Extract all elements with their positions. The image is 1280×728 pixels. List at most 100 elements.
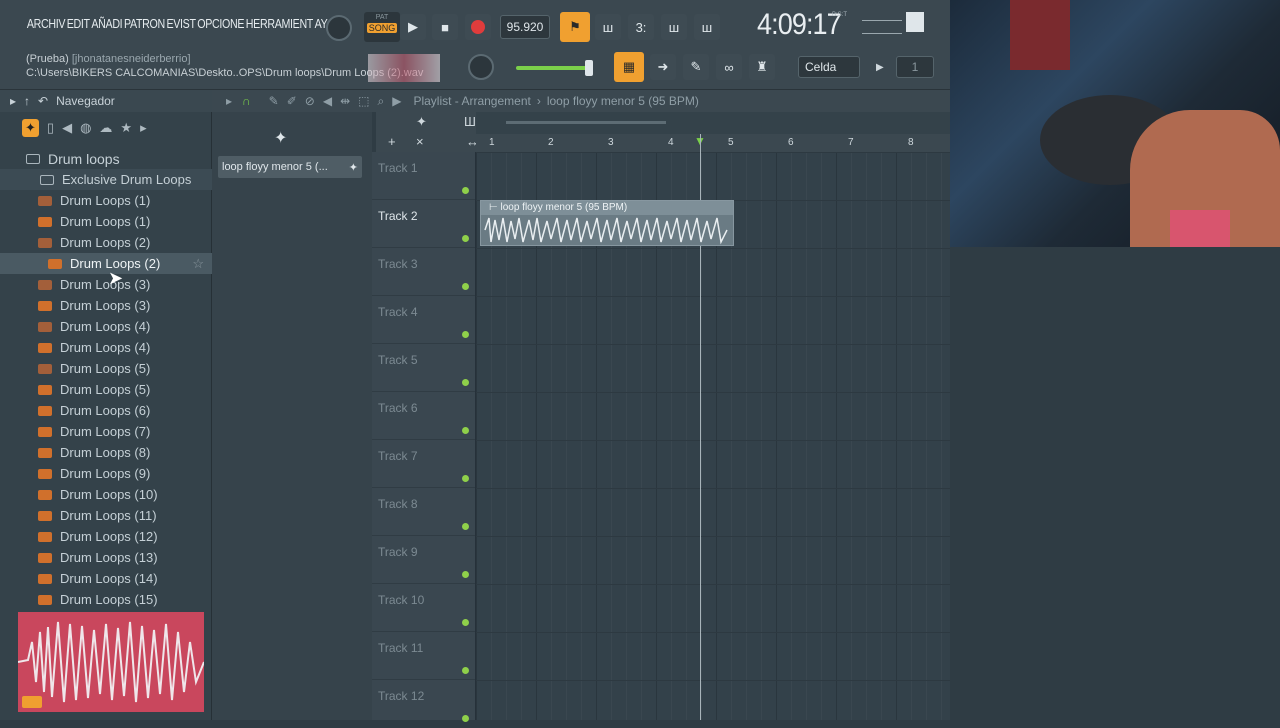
star-icon[interactable]: ☆ — [192, 256, 204, 272]
list-item[interactable]: Drum Loops (11) — [0, 505, 212, 526]
master-volume-slider[interactable] — [516, 66, 592, 70]
list-item[interactable]: Drum Loops (4) — [0, 337, 212, 358]
list-item[interactable]: Drum Loops (10) — [0, 484, 212, 505]
slip-icon[interactable]: ⇹ — [340, 94, 350, 108]
list-item[interactable]: Drum Loops (7) — [0, 421, 212, 442]
list-item[interactable]: Drum Loops (6) — [0, 400, 212, 421]
track-enable-led[interactable] — [462, 235, 469, 242]
menu-vista[interactable]: EVIST — [166, 16, 197, 38]
link-icon[interactable]: ∞ — [716, 54, 742, 80]
audio-clip[interactable]: ⊢ loop floyy menor 5 (95 BPM) — [480, 200, 734, 246]
folder-sub[interactable]: Exclusive Drum Loops — [0, 169, 212, 190]
track-header[interactable]: Track 5 — [372, 344, 475, 392]
clip-menu-icon[interactable]: ⊢ — [489, 202, 498, 213]
picker-clip-item[interactable]: loop floyy menor 5 (... ✦ — [218, 156, 362, 178]
menu-opciones[interactable]: OPCIONE — [196, 16, 245, 38]
arrow-up-icon[interactable]: ↑ — [24, 94, 30, 108]
file-icon[interactable]: ▯ — [47, 120, 54, 136]
track-enable-led[interactable] — [462, 619, 469, 626]
track-header[interactable]: Track 2 — [372, 200, 475, 248]
stamp-icon[interactable]: ♜ — [749, 54, 775, 80]
snap-selector[interactable]: Celda — [798, 56, 860, 78]
tempo-display[interactable]: 95.920 — [500, 15, 550, 39]
preview-play-icon[interactable] — [22, 696, 42, 708]
list-item[interactable]: Drum Loops (12) — [0, 526, 212, 547]
menu-editar[interactable]: EDIT — [66, 16, 91, 38]
scroll-right-icon[interactable]: ▶ — [876, 56, 888, 78]
play-button[interactable]: ▶ — [400, 14, 426, 40]
track-header[interactable]: Track 1 — [372, 152, 475, 200]
playlist-view-button[interactable]: ▦ — [614, 52, 644, 82]
play-icon[interactable]: ▶ — [392, 94, 401, 108]
record-button[interactable] — [465, 14, 491, 40]
track-header[interactable]: Track 3 — [372, 248, 475, 296]
waveform-filter-icon[interactable]: ✦ — [22, 119, 39, 137]
mixer-icon[interactable]: Ш — [464, 114, 476, 129]
slider-handle[interactable] — [585, 60, 593, 76]
master-volume-knob[interactable] — [326, 15, 352, 41]
track-header[interactable]: Track 4 — [372, 296, 475, 344]
list-item[interactable]: Drum Loops (1) — [0, 190, 212, 211]
list-item[interactable]: Drum Loops (15) — [0, 589, 212, 610]
arrow-right-icon[interactable]: ➜ — [650, 54, 676, 80]
menu-patron[interactable]: PATRON — [123, 16, 166, 38]
scrollbar-thumb[interactable] — [506, 121, 666, 124]
track-header[interactable]: Track 8 — [372, 488, 475, 536]
stop-button[interactable]: ■ — [432, 14, 458, 40]
track-enable-led[interactable] — [462, 331, 469, 338]
audio-clip-icon[interactable]: ✦ — [416, 114, 427, 130]
close-icon[interactable]: × — [416, 134, 424, 149]
menu-anadir[interactable]: AÑADI — [91, 16, 124, 38]
list-item[interactable]: Drum Loops (14) — [0, 568, 212, 589]
arrow-right-icon[interactable]: ▸ — [140, 120, 147, 136]
select-icon[interactable]: ⬚ — [358, 94, 369, 108]
track-enable-led[interactable] — [462, 715, 469, 722]
step-field[interactable]: 1 — [896, 56, 934, 78]
timeline-ruler[interactable]: 1 2 3 4 5 6 7 8 ▼ — [476, 134, 950, 152]
step-edit-button[interactable]: ш — [661, 14, 687, 40]
track-enable-led[interactable] — [462, 283, 469, 290]
speaker-icon[interactable]: ◀ — [62, 120, 72, 136]
audio-clip-icon[interactable]: ✦ — [274, 128, 287, 148]
undo-icon[interactable]: ↶ — [38, 94, 48, 108]
list-item[interactable]: Drum Loops (1) — [0, 211, 212, 232]
track-enable-led[interactable] — [462, 427, 469, 434]
add-icon[interactable]: + — [388, 134, 396, 149]
list-item[interactable]: Drum Loops (2) — [0, 232, 212, 253]
master-pitch-knob[interactable] — [468, 54, 494, 80]
list-item[interactable]: Drum Loops (9) — [0, 463, 212, 484]
list-item[interactable]: Drum Loops (13) — [0, 547, 212, 568]
arrow-right-icon[interactable]: ▸ — [10, 94, 16, 108]
track-header[interactable]: Track 10 — [372, 584, 475, 632]
list-item[interactable]: Drum Loops (8) — [0, 442, 212, 463]
arrow-right-icon[interactable]: ▸ — [226, 94, 232, 108]
track-enable-led[interactable] — [462, 667, 469, 674]
wait-record-button[interactable]: ш — [595, 14, 621, 40]
track-header[interactable]: Track 12 — [372, 680, 475, 728]
track-header[interactable]: Track 6 — [372, 392, 475, 440]
mute-icon[interactable]: ⊘ — [305, 94, 315, 108]
menu-herramientas[interactable]: HERRAMIENT — [245, 16, 314, 38]
list-item[interactable]: Drum Loops (4) — [0, 316, 212, 337]
folder-root[interactable]: Drum loops — [0, 148, 212, 169]
track-enable-led[interactable] — [462, 475, 469, 482]
countdown-button[interactable]: 3: — [628, 14, 654, 40]
track-enable-led[interactable] — [462, 523, 469, 530]
list-item[interactable]: Drum Loops (5) — [0, 379, 212, 400]
menu-archivo[interactable]: ARCHIV — [26, 16, 66, 38]
list-item-selected[interactable]: Drum Loops (2) ☆ — [0, 253, 212, 274]
track-enable-led[interactable] — [462, 571, 469, 578]
pencil-icon[interactable]: ✎ — [269, 94, 279, 108]
track-enable-led[interactable] — [462, 379, 469, 386]
track-enable-led[interactable] — [462, 187, 469, 194]
track-header[interactable]: Track 7 — [372, 440, 475, 488]
list-item[interactable]: Drum Loops (3) — [0, 274, 212, 295]
draw-tool-icon[interactable]: ✎ — [683, 54, 709, 80]
star-icon[interactable]: ★ — [120, 120, 132, 136]
zoom-icon[interactable]: ⌕ — [377, 94, 384, 109]
track-header[interactable]: Track 11 — [372, 632, 475, 680]
list-item[interactable]: Drum Loops (3) — [0, 295, 212, 316]
metronome-button[interactable]: ⚑ — [560, 12, 590, 42]
pat-song-toggle[interactable]: PAT SONG — [364, 12, 400, 42]
cloud-icon[interactable]: ☁ — [99, 120, 112, 136]
